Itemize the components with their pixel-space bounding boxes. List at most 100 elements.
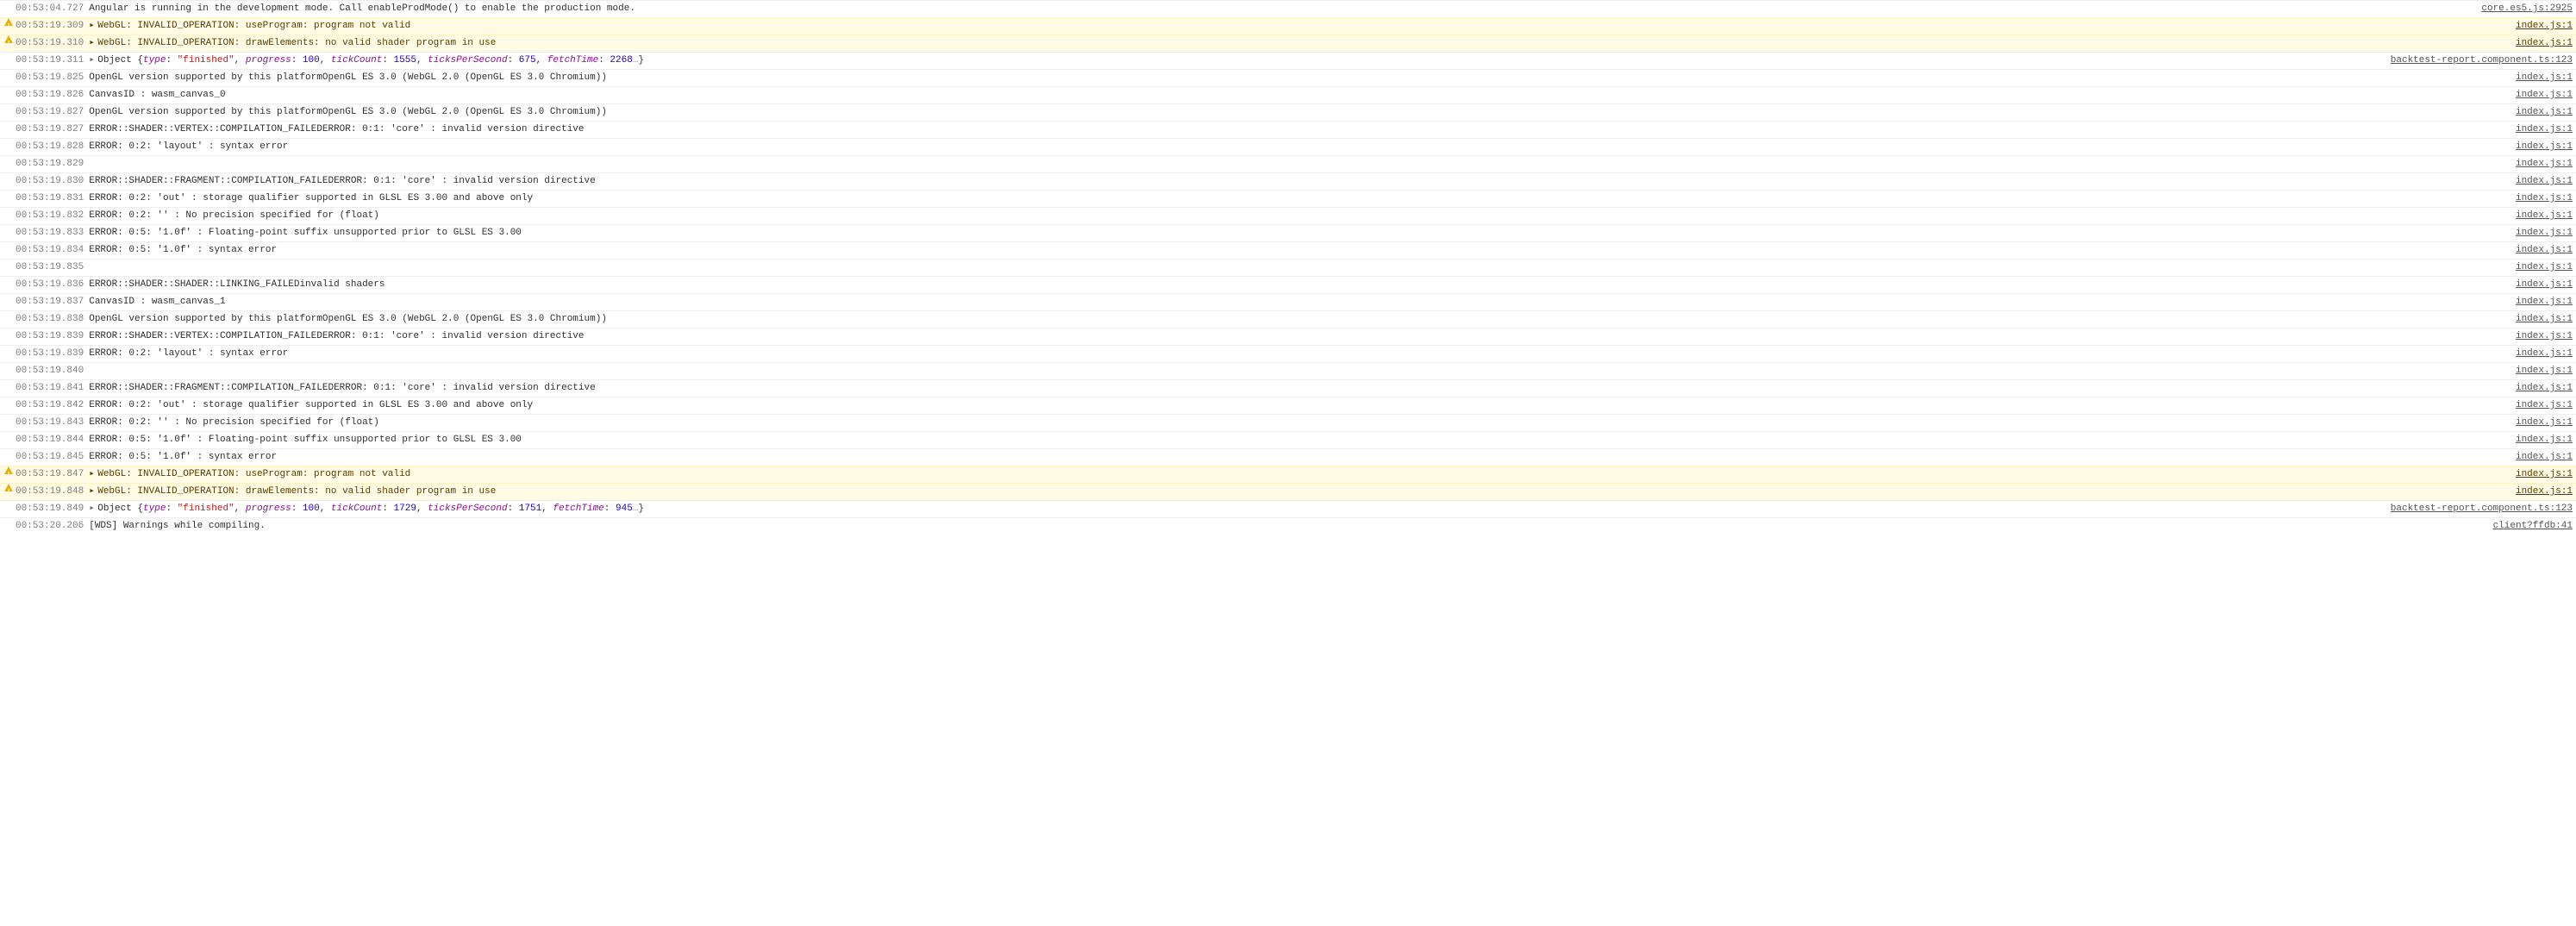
source-location: index.js:1 [2507, 347, 2573, 361]
source-link[interactable]: index.js:1 [2516, 124, 2573, 135]
console-row[interactable]: 00:53:19.838OpenGL version supported by … [0, 310, 2576, 328]
source-link[interactable]: index.js:1 [2516, 21, 2573, 31]
message-text: ERROR: 0:2: '' : No precision specified … [89, 417, 379, 428]
message-text: WebGL: INVALID_OPERATION: useProgram: pr… [97, 469, 410, 479]
console-row[interactable]: 00:53:19.832ERROR: 0:2: '' : No precisio… [0, 207, 2576, 224]
message-text: ERROR: 0:2: '' : No precision specified … [89, 210, 379, 221]
source-link[interactable]: index.js:1 [2516, 314, 2573, 324]
console-row[interactable]: 00:53:19.309▸WebGL: INVALID_OPERATION: u… [0, 17, 2576, 34]
source-location: index.js:1 [2507, 260, 2573, 275]
source-link[interactable]: index.js:1 [2516, 245, 2573, 255]
message: ERROR: 0:2: 'out' : storage qualifier su… [89, 398, 2507, 413]
console-row[interactable]: 00:53:19.840index.js:1 [0, 362, 2576, 379]
timestamp: 00:53:19.829 [16, 157, 89, 172]
source-link[interactable]: index.js:1 [2516, 228, 2573, 238]
source-link[interactable]: index.js:1 [2516, 210, 2573, 221]
message: ERROR: 0:2: 'out' : storage qualifier su… [89, 191, 2507, 206]
timestamp: 00:53:19.838 [16, 312, 89, 327]
console-row[interactable]: 00:53:19.839ERROR::SHADER::VERTEX::COMPI… [0, 328, 2576, 345]
source-link[interactable]: index.js:1 [2516, 262, 2573, 272]
timestamp: 00:53:19.841 [16, 381, 89, 396]
message: Angular is running in the development mo… [89, 2, 2473, 16]
source-link[interactable]: index.js:1 [2516, 193, 2573, 203]
expand-caret-icon[interactable]: ▸ [89, 53, 97, 68]
console-row[interactable]: 00:53:19.829 index.js:1 [0, 155, 2576, 172]
source-link[interactable]: client?ffdb:41 [2493, 521, 2573, 531]
object-value: 675 [519, 55, 536, 66]
source-link[interactable]: index.js:1 [2516, 331, 2573, 341]
source-link[interactable]: index.js:1 [2516, 107, 2573, 117]
timestamp: 00:53:19.833 [16, 226, 89, 241]
console-row[interactable]: 00:53:19.847▸WebGL: INVALID_OPERATION: u… [0, 466, 2576, 483]
console-row[interactable]: 00:53:19.828ERROR: 0:2: 'layout' : synta… [0, 138, 2576, 155]
console-row[interactable]: 00:53:19.831ERROR: 0:2: 'out' : storage … [0, 190, 2576, 207]
expand-caret-icon[interactable]: ▸ [89, 19, 97, 34]
source-link[interactable]: index.js:1 [2516, 141, 2573, 152]
source-location: index.js:1 [2507, 122, 2573, 137]
console-row[interactable]: 00:53:04.727Angular is running in the de… [0, 0, 2576, 17]
source-link[interactable]: core.es5.js:2925 [2481, 3, 2573, 14]
console-row[interactable]: 00:53:19.844ERROR: 0:5: '1.0f' : Floatin… [0, 431, 2576, 448]
console-row[interactable]: 00:53:19.827OpenGL version supported by … [0, 103, 2576, 121]
expand-caret-icon[interactable]: ▸ [89, 467, 97, 482]
console-row[interactable]: 00:53:19.311▸Object {type: "finished", p… [0, 52, 2576, 69]
source-link[interactable]: index.js:1 [2516, 297, 2573, 307]
object-label: Object [97, 504, 137, 514]
row-icon-col [2, 485, 16, 492]
message-text: [WDS] Warnings while compiling. [89, 521, 266, 531]
console-row[interactable]: 00:53:19.834ERROR: 0:5: '1.0f' : syntax … [0, 241, 2576, 259]
object-value: "finished" [178, 55, 234, 66]
source-link[interactable]: index.js:1 [2516, 435, 2573, 445]
source-link[interactable]: index.js:1 [2516, 486, 2573, 497]
source-link[interactable]: index.js:1 [2516, 90, 2573, 100]
source-link[interactable]: backtest-report.component.ts:123 [2391, 55, 2573, 66]
message-text: ERROR: 0:2: 'out' : storage qualifier su… [89, 400, 533, 410]
console-row[interactable]: 00:53:19.830ERROR::SHADER::FRAGMENT::COM… [0, 172, 2576, 190]
console-row[interactable]: 00:53:19.833ERROR: 0:5: '1.0f' : Floatin… [0, 224, 2576, 241]
console-row[interactable]: 00:53:19.835index.js:1 [0, 259, 2576, 276]
source-link[interactable]: index.js:1 [2516, 452, 2573, 462]
source-link[interactable]: index.js:1 [2516, 348, 2573, 359]
console-row[interactable]: 00:53:19.849▸Object {type: "finished", p… [0, 500, 2576, 517]
object-value: "finished" [178, 504, 234, 514]
source-link[interactable]: index.js:1 [2516, 176, 2573, 186]
message-text: WebGL: INVALID_OPERATION: drawElements: … [97, 486, 496, 497]
object-key: type [143, 55, 166, 66]
object-value: 100 [303, 504, 320, 514]
source-link[interactable]: index.js:1 [2516, 38, 2573, 48]
console-row[interactable]: 00:53:19.848▸WebGL: INVALID_OPERATION: d… [0, 483, 2576, 500]
source-link[interactable]: index.js:1 [2516, 400, 2573, 410]
message: ERROR::SHADER::VERTEX::COMPILATION_FAILE… [89, 122, 2507, 137]
console-row[interactable]: 00:53:19.826CanvasID : wasm_canvas_0inde… [0, 86, 2576, 103]
source-link[interactable]: index.js:1 [2516, 417, 2573, 428]
console-row[interactable]: 00:53:19.842ERROR: 0:2: 'out' : storage … [0, 397, 2576, 414]
console-row[interactable]: 00:53:19.825OpenGL version supported by … [0, 69, 2576, 86]
source-location: index.js:1 [2507, 157, 2573, 172]
console-row[interactable]: 00:53:20.206[WDS] Warnings while compili… [0, 517, 2576, 535]
console-row[interactable]: 00:53:19.845ERROR: 0:5: '1.0f' : syntax … [0, 448, 2576, 466]
message: [WDS] Warnings while compiling. [89, 519, 2484, 534]
source-link[interactable]: index.js:1 [2516, 383, 2573, 393]
source-link[interactable]: index.js:1 [2516, 279, 2573, 290]
source-link[interactable]: index.js:1 [2516, 469, 2573, 479]
source-link[interactable]: backtest-report.component.ts:123 [2391, 504, 2573, 514]
expand-caret-icon[interactable]: ▸ [89, 502, 97, 516]
timestamp: 00:53:19.842 [16, 398, 89, 413]
message-text: WebGL: INVALID_OPERATION: drawElements: … [97, 38, 496, 48]
console-row[interactable]: 00:53:19.827ERROR::SHADER::VERTEX::COMPI… [0, 121, 2576, 138]
source-link[interactable]: index.js:1 [2516, 366, 2573, 376]
source-link[interactable]: index.js:1 [2516, 72, 2573, 83]
message: OpenGL version supported by this platfor… [89, 71, 2507, 85]
message-text: ERROR::SHADER::SHADER::LINKING_FAILEDinv… [89, 279, 385, 290]
console-row[interactable]: 00:53:19.843ERROR: 0:2: '' : No precisio… [0, 414, 2576, 431]
console-row[interactable]: 00:53:19.841ERROR::SHADER::FRAGMENT::COM… [0, 379, 2576, 397]
console-row[interactable]: 00:53:19.836ERROR::SHADER::SHADER::LINKI… [0, 276, 2576, 293]
timestamp: 00:53:19.830 [16, 174, 89, 189]
console-row[interactable]: 00:53:19.839ERROR: 0:2: 'layout' : synta… [0, 345, 2576, 362]
console-row[interactable]: 00:53:19.310▸WebGL: INVALID_OPERATION: d… [0, 34, 2576, 52]
expand-caret-icon[interactable]: ▸ [89, 485, 97, 499]
console-row[interactable]: 00:53:19.837CanvasID : wasm_canvas_1inde… [0, 293, 2576, 310]
expand-caret-icon[interactable]: ▸ [89, 36, 97, 51]
source-link[interactable]: index.js:1 [2516, 159, 2573, 169]
object-value: 945 [616, 504, 633, 514]
